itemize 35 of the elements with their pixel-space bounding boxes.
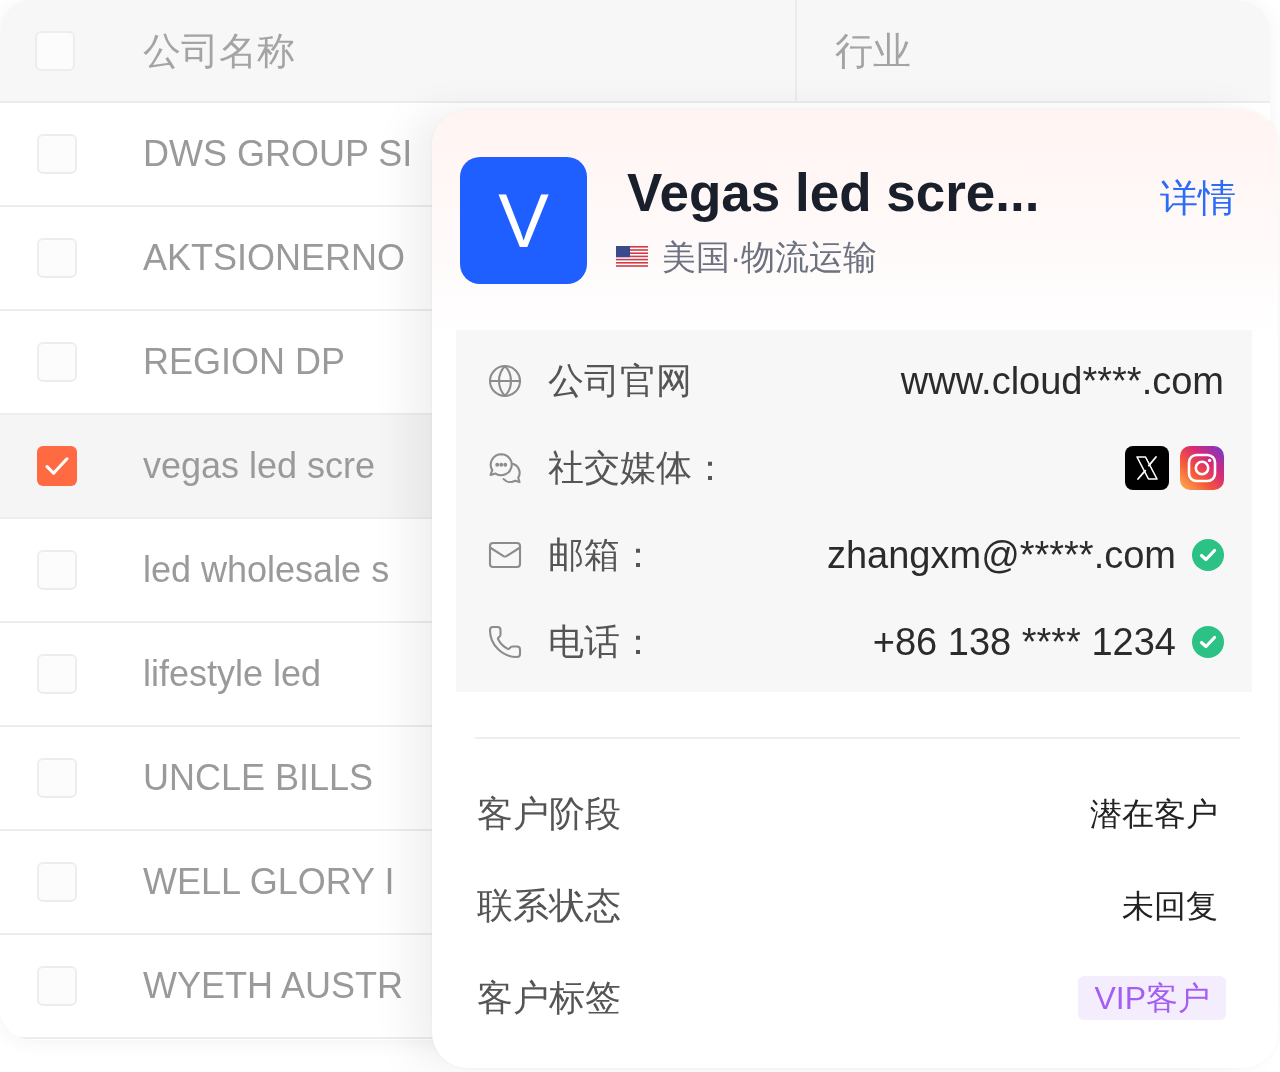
phone-icon <box>487 623 523 660</box>
company-name: led wholesale s <box>143 548 390 592</box>
row-checkbox[interactable] <box>37 446 77 486</box>
details-link[interactable]: 详情 <box>1160 175 1236 221</box>
field-label: 公司官网 <box>548 358 692 403</box>
flag-icon <box>616 246 648 268</box>
field-value: +86 138 **** 1234 <box>872 619 1176 665</box>
company-name: REGION DP <box>143 340 346 384</box>
field-label: 客户标签 <box>477 976 621 1020</box>
field-label: 电话： <box>548 619 656 664</box>
company-location: 美国·物流运输 <box>662 237 878 277</box>
field-label: 客户阶段 <box>477 792 621 836</box>
company-name: lifestyle led <box>143 652 322 696</box>
company-name: WYETH AUSTR <box>143 964 403 1008</box>
customer-tag: VIP客户 <box>1078 976 1226 1020</box>
company-name: AKTSIONERNO <box>143 236 406 280</box>
field-label: 社交媒体： <box>548 445 728 490</box>
field-value: 潜在客户 <box>1090 795 1218 834</box>
field-value: zhangxm@*****.com <box>826 532 1176 578</box>
column-header: 公司名称 <box>143 28 295 74</box>
company-name: UNCLE BILLS <box>143 756 374 800</box>
field-label: 邮箱： <box>548 532 656 577</box>
x-logo-icon[interactable] <box>1125 445 1169 490</box>
company-name: vegas led scre <box>143 444 376 488</box>
field-value: 未回复 <box>1122 887 1218 926</box>
camera-icon[interactable] <box>1180 445 1224 490</box>
check-icon <box>45 457 69 475</box>
field-label: 联系状态 <box>477 884 621 928</box>
company-name: WELL GLORY I <box>143 860 395 904</box>
column-header: 行业 <box>835 29 911 72</box>
company-title: Vegas led scre... <box>627 163 1041 223</box>
field-value: www.cloud****.com <box>900 358 1224 404</box>
globe-icon <box>487 362 523 399</box>
company-name: DWS GROUP SI <box>143 132 413 176</box>
company-avatar: V <box>460 157 587 284</box>
